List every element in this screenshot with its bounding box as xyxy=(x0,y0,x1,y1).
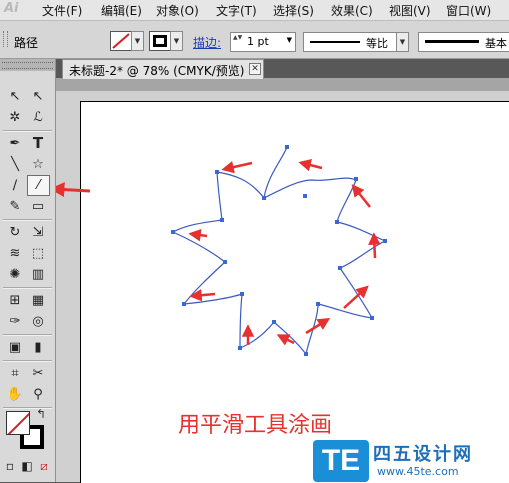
toolbox-panel: ↖ ↖ ✲ ℒ ✒ T ╲ ☆ ∕ ⁄ ✎ ▭ ↻ ⇲ ≋ ⬚ ✺ ▥ ⊞ ▦ … xyxy=(0,59,56,482)
annotation-arrows xyxy=(188,159,381,346)
color-mode-icon[interactable]: ▫ xyxy=(2,457,18,476)
swap-fill-stroke-icon[interactable]: ↰ xyxy=(36,407,46,421)
star-shape-path[interactable] xyxy=(171,146,387,356)
paintbrush-tool-icon[interactable]: ∕ xyxy=(5,176,25,195)
star-tool-icon[interactable]: ☆ xyxy=(28,155,48,174)
line-segment-tool-icon[interactable]: ╲ xyxy=(5,155,25,174)
watermark: TE 四五设计网 www.45te.com xyxy=(313,440,509,482)
pencil-tool-icon[interactable]: ✎ xyxy=(5,197,25,216)
symbol-sprayer-tool-icon[interactable]: ✺ xyxy=(5,265,25,284)
watermark-logo: TE xyxy=(313,440,369,482)
type-tool-icon[interactable]: T xyxy=(28,134,48,153)
eyedropper-tool-icon[interactable]: ✑ xyxy=(5,312,25,331)
live-paint-bucket-tool-icon[interactable]: ▣ xyxy=(5,338,25,357)
column-graph-tool-icon[interactable]: ▥ xyxy=(28,265,48,284)
hand-tool-icon[interactable]: ✋ xyxy=(5,385,25,404)
fill-none-box-icon[interactable] xyxy=(6,411,30,435)
scale-tool-icon[interactable]: ⇲ xyxy=(28,223,48,242)
crop-area-tool-icon[interactable]: ⌗ xyxy=(5,364,25,383)
smooth-tool-pointer-arrow xyxy=(49,182,91,198)
rotate-tool-icon[interactable]: ↻ xyxy=(5,223,25,242)
mesh-tool-icon[interactable]: ⊞ xyxy=(5,291,25,310)
canvas-caption: 用平滑工具涂画 xyxy=(178,413,333,438)
pen-tool-icon[interactable]: ✒ xyxy=(5,134,25,153)
zoom-tool-icon[interactable]: ⚲ xyxy=(28,385,48,404)
gradient-mode-icon[interactable]: ◧ xyxy=(19,457,35,476)
eraser-tool-icon[interactable]: ▭ xyxy=(28,197,48,216)
gradient-tool-icon[interactable]: ▦ xyxy=(28,291,48,310)
watermark-title: 四五设计网 xyxy=(373,444,473,465)
fill-stroke-widget[interactable]: ↰ xyxy=(6,407,48,451)
magic-wand-tool-icon[interactable]: ✲ xyxy=(5,108,25,127)
lasso-tool-icon[interactable]: ℒ xyxy=(28,108,48,127)
selection-tool-icon[interactable]: ↖ xyxy=(5,87,25,106)
slice-tool-icon[interactable]: ✂ xyxy=(28,364,48,383)
toolbox-header[interactable] xyxy=(0,59,55,71)
warp-tool-icon[interactable]: ≋ xyxy=(5,244,25,263)
anchor-points xyxy=(171,145,387,356)
direct-selection-tool-icon[interactable]: ↖ xyxy=(28,87,48,106)
smooth-tool-icon[interactable]: ⁄ xyxy=(27,175,50,196)
blend-tool-icon[interactable]: ◎ xyxy=(28,312,48,331)
none-mode-icon[interactable]: ⧄ xyxy=(36,457,52,476)
watermark-url: www.45te.com xyxy=(377,465,459,478)
free-transform-tool-icon[interactable]: ⬚ xyxy=(28,244,48,263)
bar-chart-tool-icon[interactable]: ▮ xyxy=(28,338,48,357)
